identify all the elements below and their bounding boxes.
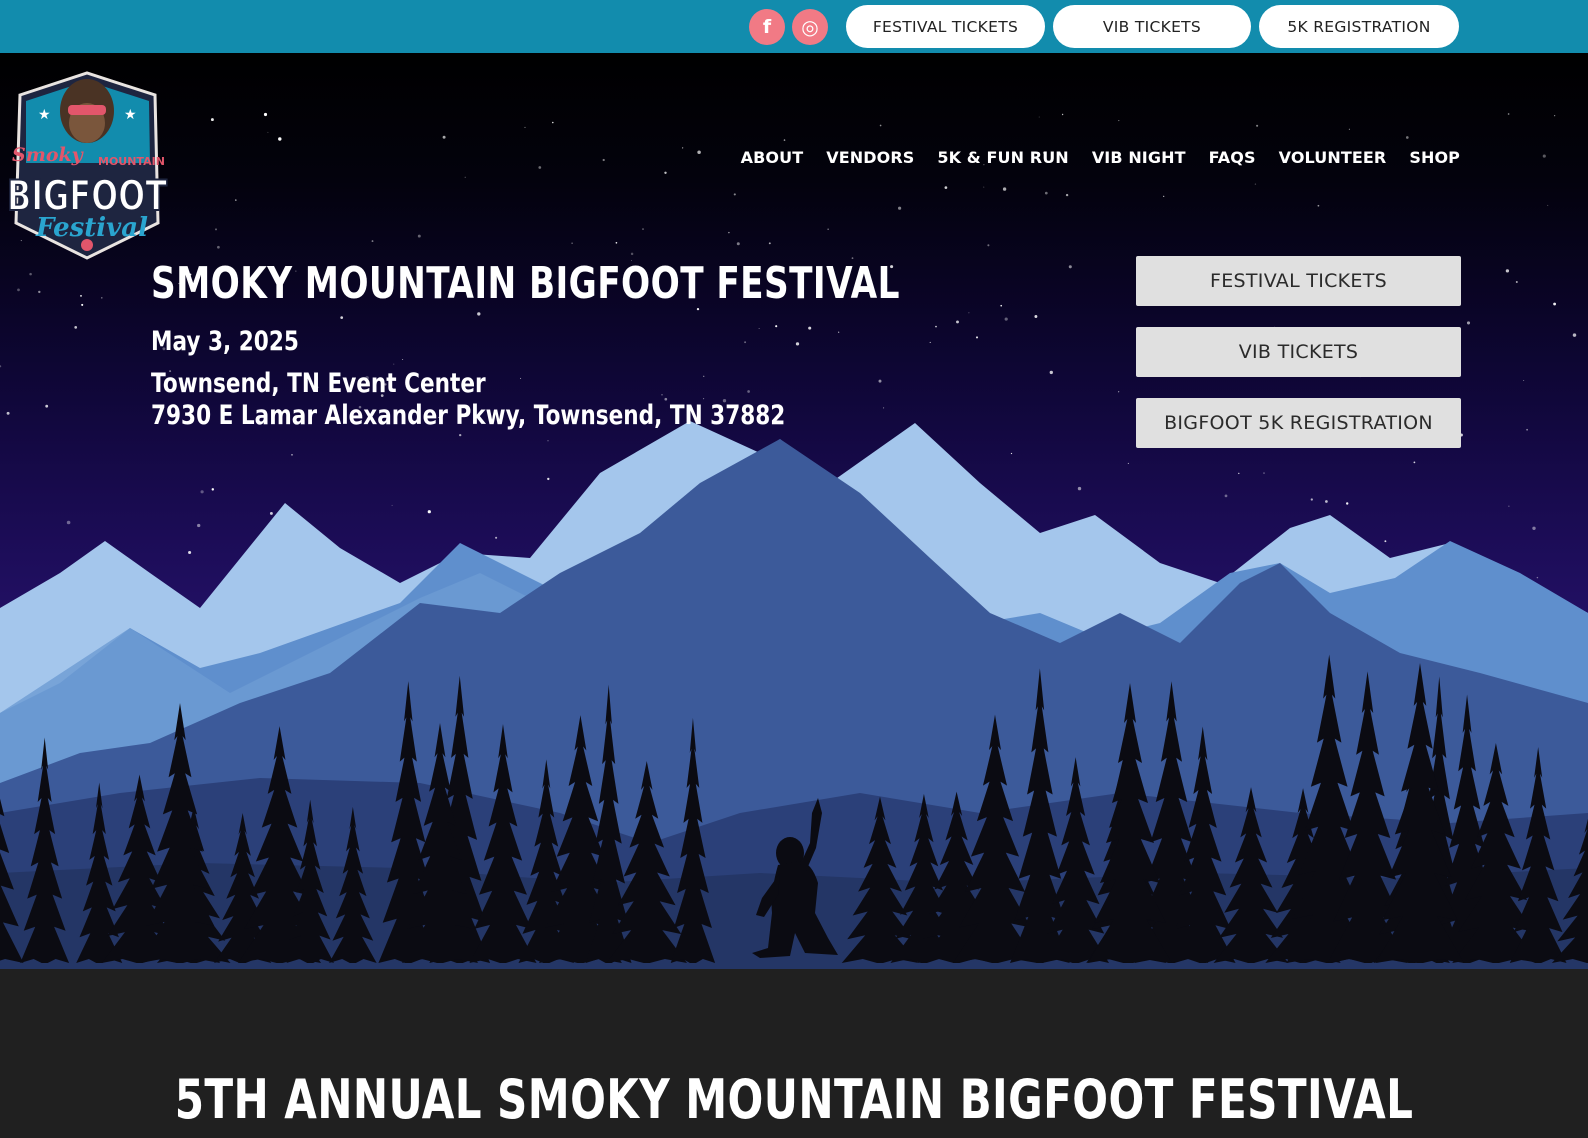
festival-tickets-top-button[interactable]: FESTIVAL TICKETS (846, 5, 1045, 48)
svg-text:★: ★ (124, 107, 137, 123)
bigfoot-5k-registration-button[interactable]: BIGFOOT 5K REGISTRATION (1136, 398, 1461, 448)
svg-text:Smoky: Smoky (12, 144, 85, 166)
event-address: 7930 E Lamar Alexander Pkwy, Townsend, T… (151, 400, 786, 431)
5k-registration-top-button[interactable]: 5K REGISTRATION (1259, 5, 1459, 48)
bigfoot-festival-logo[interactable]: ★ ★ Smoky MOUNTAIN BIGFOOT Festival (0, 53, 175, 268)
nav-about[interactable]: ABOUT (741, 148, 804, 167)
hero-title: SMOKY MOUNTAIN BIGFOOT FESTIVAL (151, 258, 900, 309)
nav-volunteer[interactable]: VOLUNTEER (1279, 148, 1387, 167)
instagram-icon[interactable]: ◎ (792, 9, 828, 45)
nav-vendors[interactable]: VENDORS (826, 148, 914, 167)
nav-shop[interactable]: SHOP (1409, 148, 1460, 167)
svg-text:★: ★ (38, 107, 51, 123)
nav-vib-night[interactable]: VIB NIGHT (1092, 148, 1186, 167)
hero-section: ★ ★ Smoky MOUNTAIN BIGFOOT Festival ABOU… (0, 53, 1588, 969)
nav-faqs[interactable]: FAQS (1209, 148, 1256, 167)
main-nav: ABOUT VENDORS 5K & FUN RUN VIB NIGHT FAQ… (718, 148, 1460, 167)
svg-text:Festival: Festival (35, 213, 148, 243)
event-date: May 3, 2025 (151, 326, 299, 357)
vib-tickets-button[interactable]: VIB TICKETS (1136, 327, 1461, 377)
nav-5k-fun-run[interactable]: 5K & FUN RUN (937, 148, 1068, 167)
festival-tickets-button[interactable]: FESTIVAL TICKETS (1136, 256, 1461, 306)
svg-text:MOUNTAIN: MOUNTAIN (98, 155, 165, 168)
event-venue: Townsend, TN Event Center (151, 368, 486, 399)
facebook-icon[interactable]: f (749, 9, 785, 45)
vib-tickets-top-button[interactable]: VIB TICKETS (1053, 5, 1251, 48)
section-heading: 5TH ANNUAL SMOKY MOUNTAIN BIGFOOT FESTIV… (174, 1068, 1414, 1131)
mountain-landscape-illustration (0, 112, 1588, 969)
